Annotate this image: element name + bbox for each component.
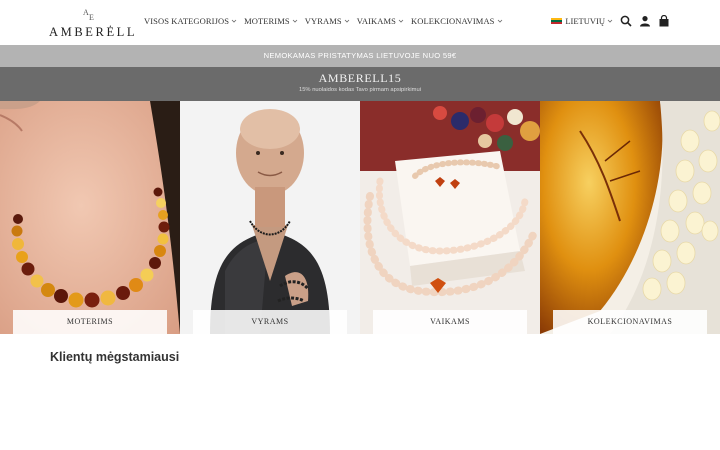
nav-item-collecting[interactable]: KOLEKCIONAVIMAS	[411, 16, 503, 26]
chevron-down-icon	[398, 19, 404, 23]
promo-code: AMBERELL15	[318, 71, 402, 85]
category-tile-kids[interactable]: VAIKAMS	[360, 101, 540, 334]
category-label: KOLEKCIONAVIMAS	[553, 310, 707, 334]
free-shipping-banner: NEMOKAMAS PRISTATYMAS LIETUVOJE NUO 59€	[0, 45, 720, 67]
language-switcher[interactable]: LIETUVIŲ	[551, 16, 613, 26]
shopping-bag-icon[interactable]	[658, 15, 670, 27]
free-shipping-text: NEMOKAMAS PRISTATYMAS LIETUVOJE NUO 59€	[263, 51, 457, 60]
header-actions: LIETUVIŲ	[551, 15, 670, 27]
men-bracelet-photo	[180, 101, 360, 334]
nav-item-women[interactable]: MOTERIMS	[244, 16, 298, 26]
nav-item-label: VAIKAMS	[356, 16, 396, 26]
category-tile-women[interactable]: MOTERIMS	[0, 101, 180, 334]
language-label: LIETUVIŲ	[565, 16, 605, 26]
nav-item-label: MOTERIMS	[244, 16, 290, 26]
category-label: VAIKAMS	[373, 310, 527, 334]
chevron-down-icon	[292, 19, 298, 23]
chevron-down-icon	[344, 19, 350, 23]
logo[interactable]: A E AMBERĖLL	[49, 8, 138, 39]
chevron-down-icon	[497, 19, 502, 23]
user-icon[interactable]	[639, 15, 651, 27]
kids-pearl-set-photo	[360, 101, 540, 334]
category-label: VYRAMS	[193, 310, 347, 334]
svg-text:E: E	[89, 13, 94, 21]
nav-item-label: KOLEKCIONAVIMAS	[411, 16, 495, 26]
section-title-customer-favorites: Klientų mėgstamiausi	[50, 350, 180, 364]
nav-item-all-categories[interactable]: VISOS KATEGORIJOS	[144, 16, 237, 26]
promo-banner: AMBERELL15 15% nuolaidos kodas Tavo pirm…	[0, 67, 720, 101]
category-tile-collecting[interactable]: KOLEKCIONAVIMAS	[540, 101, 720, 334]
lithuania-flag-icon	[551, 17, 563, 25]
site-header: A E AMBERĖLL VISOS KATEGORIJOS MOTERIMS …	[0, 0, 720, 45]
chevron-down-icon	[231, 19, 237, 23]
category-tiles: MOTERIMS VYRAMS VAIKAMS KOLEKCIONAVIMAS	[0, 101, 720, 334]
chevron-down-icon	[607, 19, 613, 23]
women-necklace-photo	[0, 101, 180, 334]
nav-item-kids[interactable]: VAIKAMS	[357, 16, 404, 26]
collecting-amber-photo	[540, 101, 720, 334]
logo-monogram-icon: A E	[83, 8, 95, 22]
promo-subtitle: 15% nuolaidos kodas Tavo pirmam apsipirk…	[298, 87, 421, 93]
nav-item-men[interactable]: VYRAMS	[305, 16, 350, 26]
main-nav: VISOS KATEGORIJOS MOTERIMS VYRAMS VAIKAM…	[144, 16, 503, 26]
category-label: MOTERIMS	[13, 310, 167, 334]
logo-monogram: A E	[49, 8, 131, 24]
logo-wordmark: AMBERĖLL	[49, 25, 138, 39]
category-tile-men[interactable]: VYRAMS	[180, 101, 360, 334]
search-icon[interactable]	[620, 15, 632, 27]
nav-item-label: VYRAMS	[304, 16, 342, 26]
nav-item-label: VISOS KATEGORIJOS	[144, 16, 230, 26]
